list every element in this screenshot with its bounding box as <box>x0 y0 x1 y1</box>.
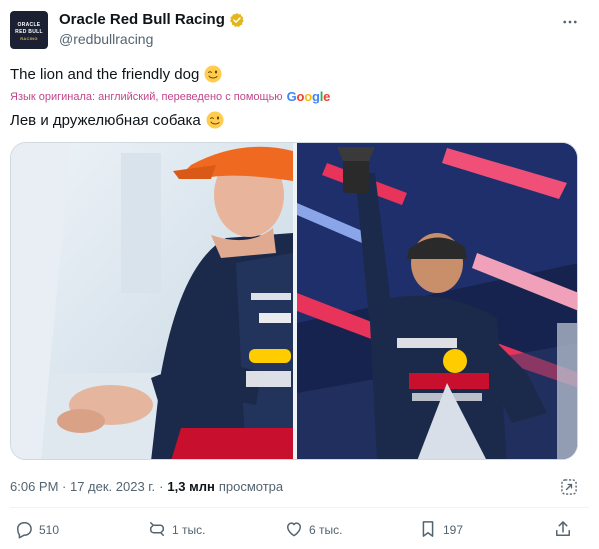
reply-count: 510 <box>39 523 60 537</box>
grok-icon[interactable] <box>559 477 579 497</box>
tweet-timestamp[interactable]: 6:06 PM · 17 дек. 2023 г. <box>10 479 155 494</box>
winking-face-icon <box>204 65 222 83</box>
repost-count: 1 тыс. <box>172 523 206 537</box>
more-options-icon[interactable] <box>559 11 581 33</box>
avatar[interactable]: ORACLE RED BULL RACING <box>10 11 48 49</box>
like-button[interactable]: 6 тыс. <box>284 516 342 544</box>
author-display-name[interactable]: Oracle Red Bull Racing <box>59 11 225 28</box>
bookmark-icon <box>418 519 438 542</box>
like-count: 6 тыс. <box>309 523 343 537</box>
share-icon <box>553 519 573 542</box>
media-photo-2[interactable] <box>297 143 577 459</box>
reply-icon <box>14 519 34 542</box>
translation-note-text: Язык оригинала: английский, переведено с… <box>10 90 283 103</box>
divider <box>10 507 589 508</box>
avatar-text-3: RACING <box>20 36 38 41</box>
media-grid <box>10 142 578 460</box>
translation-note[interactable]: Язык оригинала: английский, переведено с… <box>10 89 330 104</box>
repost-icon <box>147 519 167 542</box>
action-bar: 510 1 тыс. 6 тыс. 197 <box>0 516 599 544</box>
views-label: просмотра <box>218 479 284 494</box>
avatar-text-2: RED BULL <box>15 29 43 35</box>
tweet-text-original-content: The lion and the friendly dog <box>10 65 200 83</box>
reply-button[interactable]: 510 <box>14 516 59 544</box>
tweet-text-translated-content: Лев и дружелюбная собака <box>10 111 201 129</box>
author-name-row: Oracle Red Bull Racing <box>59 11 245 28</box>
tweet-card: ORACLE RED BULL RACING Oracle Red Bull R… <box>0 0 599 549</box>
verified-badge-icon[interactable] <box>229 12 245 28</box>
avatar-text-1: ORACLE <box>17 22 41 28</box>
author-handle[interactable]: @redbullracing <box>59 31 153 47</box>
tweet-text-original: The lion and the friendly dog <box>10 65 222 83</box>
share-button[interactable] <box>553 516 573 544</box>
media-photo-1[interactable] <box>11 143 293 459</box>
repost-button[interactable]: 1 тыс. <box>147 516 205 544</box>
tweet-text-translated: Лев и дружелюбная собака <box>10 111 224 129</box>
google-logo: Google <box>286 89 331 104</box>
bookmark-button[interactable]: 197 <box>418 516 463 544</box>
heart-icon <box>284 519 304 542</box>
bookmark-count: 197 <box>443 523 464 537</box>
meta-separator: · <box>159 479 164 494</box>
tweet-meta: 6:06 PM · 17 дек. 2023 г. · 1,3 млн прос… <box>10 479 283 494</box>
views-count: 1,3 млн <box>167 479 215 494</box>
winking-face-icon <box>206 111 224 129</box>
